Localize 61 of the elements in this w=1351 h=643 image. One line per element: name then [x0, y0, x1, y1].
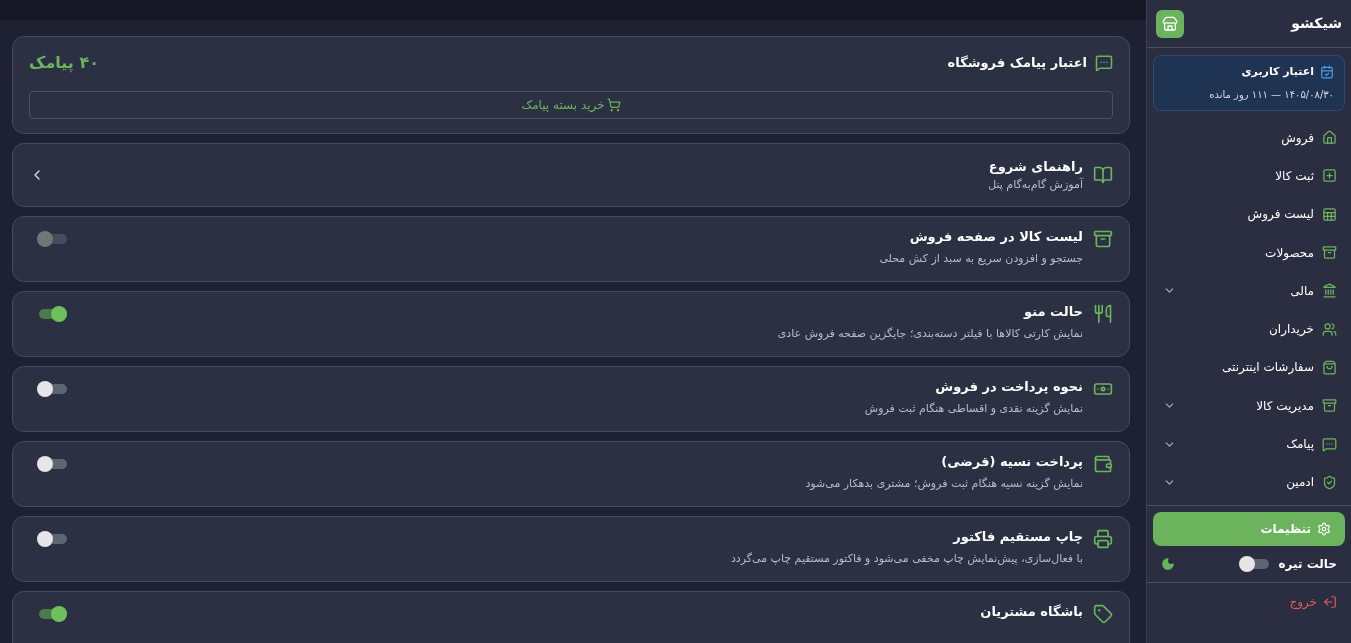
nav-item[interactable]: پیامک [1147, 424, 1351, 464]
archive-box-icon [1093, 229, 1113, 249]
credit-title: اعتبار کاربری [1241, 64, 1314, 80]
nav-item[interactable]: ادمین [1147, 463, 1351, 502]
calendar-icon [1320, 65, 1334, 80]
brand-name: شیکشو [1291, 14, 1342, 34]
archive-box-icon [1322, 245, 1337, 261]
setting-toggle[interactable] [37, 381, 67, 397]
store-logo-icon [1156, 9, 1184, 38]
users-icon [1322, 321, 1337, 337]
cart-icon [606, 98, 621, 112]
nav-item[interactable]: ثبت کالا [1147, 156, 1351, 196]
guide-subtitle: آموزش گام‌به‌گام پنل [987, 176, 1083, 193]
plus-square-icon [1322, 168, 1337, 184]
nav-item[interactable]: مدیریت کالا [1147, 386, 1351, 425]
book-icon [1093, 165, 1113, 185]
guide-card[interactable]: راهنمای شروع آموزش گام‌به‌گام پنل [12, 143, 1130, 207]
moon-icon [1161, 557, 1175, 572]
credit-detail: ۱۴۰۵/۰۸/۳۰ — ۱۱۱ روز مانده [1208, 87, 1334, 102]
nav-item[interactable]: خریداران [1147, 310, 1351, 349]
dark-mode-toggle[interactable] [1238, 556, 1269, 573]
home-icon [1322, 130, 1337, 146]
shield-icon [1322, 474, 1337, 490]
nav-item[interactable]: فروش [1147, 118, 1351, 157]
wallet-icon [1093, 454, 1113, 474]
setting-description: با فعال‌سازی، پیش‌نمایش چاپ مخفی می‌شود و فاکتور مستقیم چاپ می‌گردد [729, 550, 1083, 567]
setting-description: نمایش گزینه نقدی و اقساطی هنگام ثبت فروش [863, 400, 1083, 417]
setting-title: حالت منو [1022, 303, 1083, 321]
nav-item[interactable]: محصولات [1147, 233, 1351, 272]
nav-item[interactable]: مالی [1147, 271, 1351, 310]
chat-bubble-icon [1095, 54, 1113, 72]
chat-bubble-icon [1322, 436, 1337, 452]
setting-title: چاپ مستقیم فاکتور [951, 528, 1083, 546]
logout-link[interactable]: خروج [1161, 593, 1337, 612]
setting-title: لیست کالا در صفحه فروش [908, 228, 1083, 246]
setting-description: نمایش کارتی کالاها با فیلتر دسته‌بندی؛ جایگزین صفحه فروش عادی [776, 325, 1083, 342]
setting-title: نحوه پرداخت در فروش [934, 378, 1083, 396]
setting-toggle[interactable] [37, 306, 67, 322]
bank-icon [1322, 283, 1337, 299]
table-icon [1322, 206, 1337, 222]
printer-icon [1093, 529, 1113, 549]
sms-credit-title: اعتبار پیامک فروشگاه [947, 54, 1087, 73]
setting-toggle[interactable] [37, 606, 67, 622]
buy-sms-button[interactable]: خرید بسته پیامک [29, 91, 1113, 119]
sms-credit-amount: ۴۰ پیامک [29, 52, 99, 74]
setting-toggle[interactable] [37, 456, 67, 472]
fork-knife-icon [1093, 304, 1113, 324]
nav-item[interactable]: لیست فروش [1147, 195, 1351, 234]
gear-icon [1317, 522, 1331, 537]
setting-title: پرداخت نسیه (قرضی) [940, 453, 1083, 471]
shopping-bag-icon [1322, 359, 1337, 375]
logout-icon [1323, 595, 1337, 610]
tag-icon [1093, 604, 1113, 624]
setting-toggle[interactable] [37, 531, 67, 547]
guide-title: راهنمای شروع [987, 158, 1083, 176]
archive-box-icon [1322, 398, 1337, 414]
setting-description: جستجو و افزودن سریع به سبد از کش محلی [878, 250, 1083, 267]
setting-description: نمایش گزینه نسیه هنگام ثبت فروش؛ مشتری بدهکار می‌شود [804, 475, 1083, 492]
dark-mode-label: حالت تیره [1278, 556, 1337, 574]
setting-title: باشگاه مشتریان [979, 603, 1083, 621]
nav-item[interactable]: سفارشات اینترنتی [1147, 348, 1351, 387]
